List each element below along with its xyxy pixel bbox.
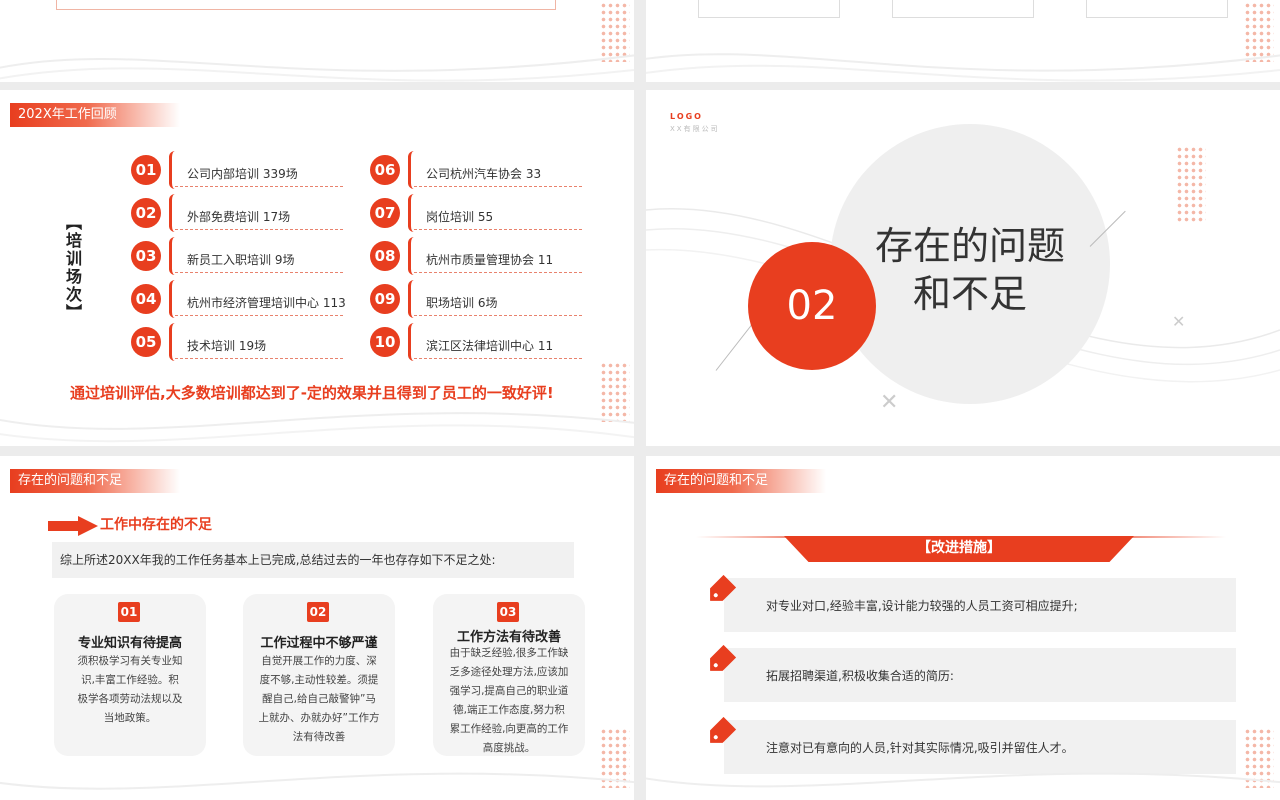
dashed-divider: [414, 186, 582, 187]
bracket-decoration: [169, 237, 176, 275]
card-title: 专业知识有待提高: [77, 636, 182, 651]
subtitle: 工作中存在的不足: [100, 517, 212, 533]
section-title: 存在的问题 和不足: [858, 222, 1082, 318]
wave-decoration: [646, 53, 1280, 82]
measure-text: 拓展招聘渠道,积极收集合适的简历:: [766, 669, 954, 683]
wave-decoration: [0, 412, 634, 443]
bracket-decoration: [169, 194, 176, 232]
slide-section-divider: LOGO XX有限公司 02 存在的问题 和不足 ✕ ✕: [646, 90, 1280, 446]
measure-text: 对专业对口,经验丰富,设计能力较强的人员工资可相应提升;: [766, 599, 1078, 613]
wave-decoration: [0, 772, 634, 790]
bracket-decoration: [169, 280, 176, 318]
company-name: XX有限公司: [670, 125, 720, 133]
dashed-divider: [175, 272, 343, 273]
summary-text: 综上所述20XX年我的工作任务基本上已完成,总结过去的一年也存存如下不足之处:: [52, 542, 574, 578]
dashed-divider: [414, 315, 582, 316]
training-item: 03 新员工入职培训 9场: [131, 237, 343, 275]
training-item: 02 外部免费培训 17场: [131, 194, 343, 232]
slide-training-review: 202X年工作回顾 【培训场次】 01 公司内部培训 339场 02 外部免费培…: [0, 90, 634, 446]
item-number: 08: [370, 241, 400, 271]
section-title-line1: 存在的问题: [874, 224, 1065, 268]
bracket-decoration: [408, 280, 415, 318]
card-number: 03: [497, 602, 519, 622]
content-frame: [56, 0, 556, 10]
item-number: 02: [131, 198, 161, 228]
card-title: 工作方法有待改善: [456, 630, 561, 645]
training-item: 10 滨江区法律培训中心 11: [370, 323, 582, 361]
item-text: 滨江区法律培训中心 11: [426, 339, 554, 353]
bracket-decoration: [408, 237, 415, 275]
card-title: 工作过程中不够严谨: [260, 636, 378, 651]
bracket-decoration: [408, 323, 415, 361]
bracket-decoration: [169, 151, 176, 189]
dashed-divider: [414, 358, 582, 359]
arrow-right-icon: [48, 516, 98, 536]
logo: LOGO: [670, 112, 703, 121]
slide-improvement-measures: 存在的问题和不足 【改进措施】 对专业对口,经验丰富,设计能力较强的人员工资可相…: [646, 456, 1280, 800]
item-number: 07: [370, 198, 400, 228]
bracket-decoration: [169, 323, 176, 361]
item-number: 06: [370, 155, 400, 185]
item-text: 外部免费培训 17场: [187, 210, 291, 224]
item-text: 岗位培训 55: [426, 210, 494, 224]
section-tag: 存在的问题和不足: [10, 469, 180, 493]
section-number: 02: [748, 242, 876, 370]
item-number: 01: [131, 155, 161, 185]
item-text: 杭州市质量管理协会 11: [426, 253, 554, 267]
item-number: 05: [131, 327, 161, 357]
training-item: 07 岗位培训 55: [370, 194, 582, 232]
dashed-divider: [175, 315, 343, 316]
slide-partial-top-right: [646, 0, 1280, 82]
training-item: 06 公司杭州汽车协会 33: [370, 151, 582, 189]
section-tag: 存在的问题和不足: [656, 469, 826, 493]
training-item: 09 职场培训 6场: [370, 280, 582, 318]
dashed-divider: [175, 358, 343, 359]
dashed-divider: [175, 186, 343, 187]
tag-icon: [704, 575, 737, 608]
item-number: 09: [370, 284, 400, 314]
slide-problems: 存在的问题和不足 工作中存在的不足 综上所述20XX年我的工作任务基本上已完成,…: [0, 456, 634, 800]
item-number: 10: [370, 327, 400, 357]
item-number: 04: [131, 284, 161, 314]
dots-decoration: [1176, 146, 1206, 222]
measure-item: 拓展招聘渠道,积极收集合适的简历:: [724, 648, 1236, 702]
training-item: 05 技术培训 19场: [131, 323, 343, 361]
wave-decoration: [0, 54, 634, 82]
item-text: 杭州市经济管理培训中心 113: [187, 296, 346, 310]
item-text: 职场培训 6场: [426, 296, 498, 310]
item-text: 新员工入职培训 9场: [187, 253, 295, 267]
item-text: 公司内部培训 339场: [187, 167, 298, 181]
training-item: 01 公司内部培训 339场: [131, 151, 343, 189]
side-title: 【培训场次】: [63, 214, 82, 322]
dashed-divider: [414, 229, 582, 230]
slide-partial-top-left: [0, 0, 634, 82]
tag-icon: [704, 645, 737, 678]
item-text: 技术培训 19场: [187, 339, 267, 353]
card-number: 01: [118, 602, 140, 622]
bracket-decoration: [408, 194, 415, 232]
training-item: 08 杭州市质量管理协会 11: [370, 237, 582, 275]
bracket-decoration: [408, 151, 415, 189]
measure-item: 对专业对口,经验丰富,设计能力较强的人员工资可相应提升;: [724, 578, 1236, 632]
section-tag: 202X年工作回顾: [10, 103, 180, 127]
dashed-divider: [175, 229, 343, 230]
close-icon: ✕: [880, 390, 899, 415]
section-title-line2: 和不足: [912, 272, 1027, 316]
item-text: 公司杭州汽车协会 33: [426, 167, 542, 181]
card-number: 02: [307, 602, 329, 622]
banner-title: 【改进措施】: [784, 536, 1134, 562]
wave-decoration: [646, 772, 1280, 788]
item-number: 03: [131, 241, 161, 271]
training-item: 04 杭州市经济管理培训中心 113: [131, 280, 346, 318]
dashed-divider: [414, 272, 582, 273]
close-icon: ✕: [1172, 312, 1186, 331]
card-body: 须积极学习有关专业知识,丰富工作经验。积极学各项劳动法规以及当地政策。: [77, 655, 183, 724]
